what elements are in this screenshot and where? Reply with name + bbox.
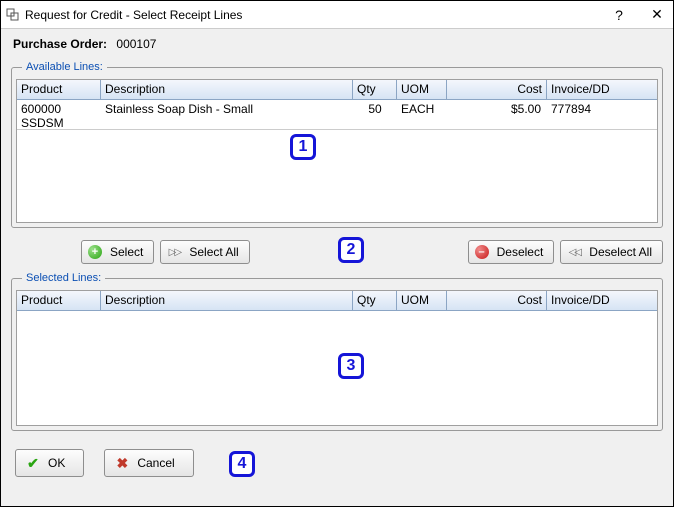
col-description[interactable]: Description [101,291,353,310]
selected-lines-grid[interactable]: Product Description Qty UOM Cost Invoice… [16,290,658,426]
grid-body [17,311,657,425]
col-invoice[interactable]: Invoice/DD [547,291,657,310]
titlebar: Request for Credit - Select Receipt Line… [1,1,673,29]
col-invoice[interactable]: Invoice/DD [547,80,657,99]
col-product[interactable]: Product [17,80,101,99]
check-icon: ✔ [26,456,40,470]
col-qty[interactable]: Qty [353,291,397,310]
double-right-icon: ▷▷ [167,245,181,259]
grid-header: Product Description Qty UOM Cost Invoice… [17,291,657,311]
available-lines-grid[interactable]: Product Description Qty UOM Cost Invoice… [16,79,658,223]
close-button[interactable]: ✕ [647,6,667,23]
available-lines-legend: Available Lines: [22,61,107,73]
deselect-label: Deselect [497,245,544,259]
col-product[interactable]: Product [17,291,101,310]
po-value: 000107 [116,37,156,51]
cell-description: Stainless Soap Dish - Small [101,100,353,129]
col-description[interactable]: Description [101,80,353,99]
select-all-label: Select All [189,245,238,259]
footer-buttons: ✔ OK ✖ Cancel [11,435,663,481]
select-all-button[interactable]: ▷▷ Select All [160,240,249,264]
plus-icon: + [88,245,102,259]
purchase-order-row: Purchase Order: 000107 [13,37,663,51]
cell-cost: $5.00 [447,100,547,129]
cancel-button[interactable]: ✖ Cancel [104,449,193,477]
select-button[interactable]: + Select [81,240,154,264]
col-cost[interactable]: Cost [447,291,547,310]
client-area: Purchase Order: 000107 Available Lines: … [1,29,673,506]
col-qty[interactable]: Qty [353,80,397,99]
window-title: Request for Credit - Select Receipt Line… [25,8,609,22]
available-lines-group: Available Lines: Product Description Qty… [11,61,663,228]
app-icon [5,7,21,23]
col-uom[interactable]: UOM [397,291,447,310]
dialog-window: Request for Credit - Select Receipt Line… [0,0,674,507]
deselect-button[interactable]: – Deselect [468,240,555,264]
cancel-label: Cancel [137,456,174,470]
help-button[interactable]: ? [609,7,629,23]
selection-buttons-row: + Select ▷▷ Select All – Deselect ◁◁ Des… [11,232,663,272]
cell-uom: EACH [397,100,447,129]
selected-lines-legend: Selected Lines: [22,272,105,284]
cell-invoice: 777894 [547,100,657,129]
deselect-all-label: Deselect All [589,245,652,259]
ok-button[interactable]: ✔ OK [15,449,84,477]
deselect-all-button[interactable]: ◁◁ Deselect All [560,240,663,264]
ok-label: OK [48,456,65,470]
double-left-icon: ◁◁ [567,245,581,259]
minus-icon: – [475,245,489,259]
cell-qty: 50 [353,100,397,129]
table-row[interactable]: 600000 SSDSM Stainless Soap Dish - Small… [17,100,657,130]
select-label: Select [110,245,143,259]
col-cost[interactable]: Cost [447,80,547,99]
x-icon: ✖ [115,456,129,470]
col-uom[interactable]: UOM [397,80,447,99]
grid-header: Product Description Qty UOM Cost Invoice… [17,80,657,100]
po-label: Purchase Order: [13,37,107,51]
grid-body: 600000 SSDSM Stainless Soap Dish - Small… [17,100,657,222]
selected-lines-group: Selected Lines: Product Description Qty … [11,272,663,431]
cell-product: 600000 SSDSM [17,100,101,129]
window-controls: ? ✕ [609,6,667,23]
